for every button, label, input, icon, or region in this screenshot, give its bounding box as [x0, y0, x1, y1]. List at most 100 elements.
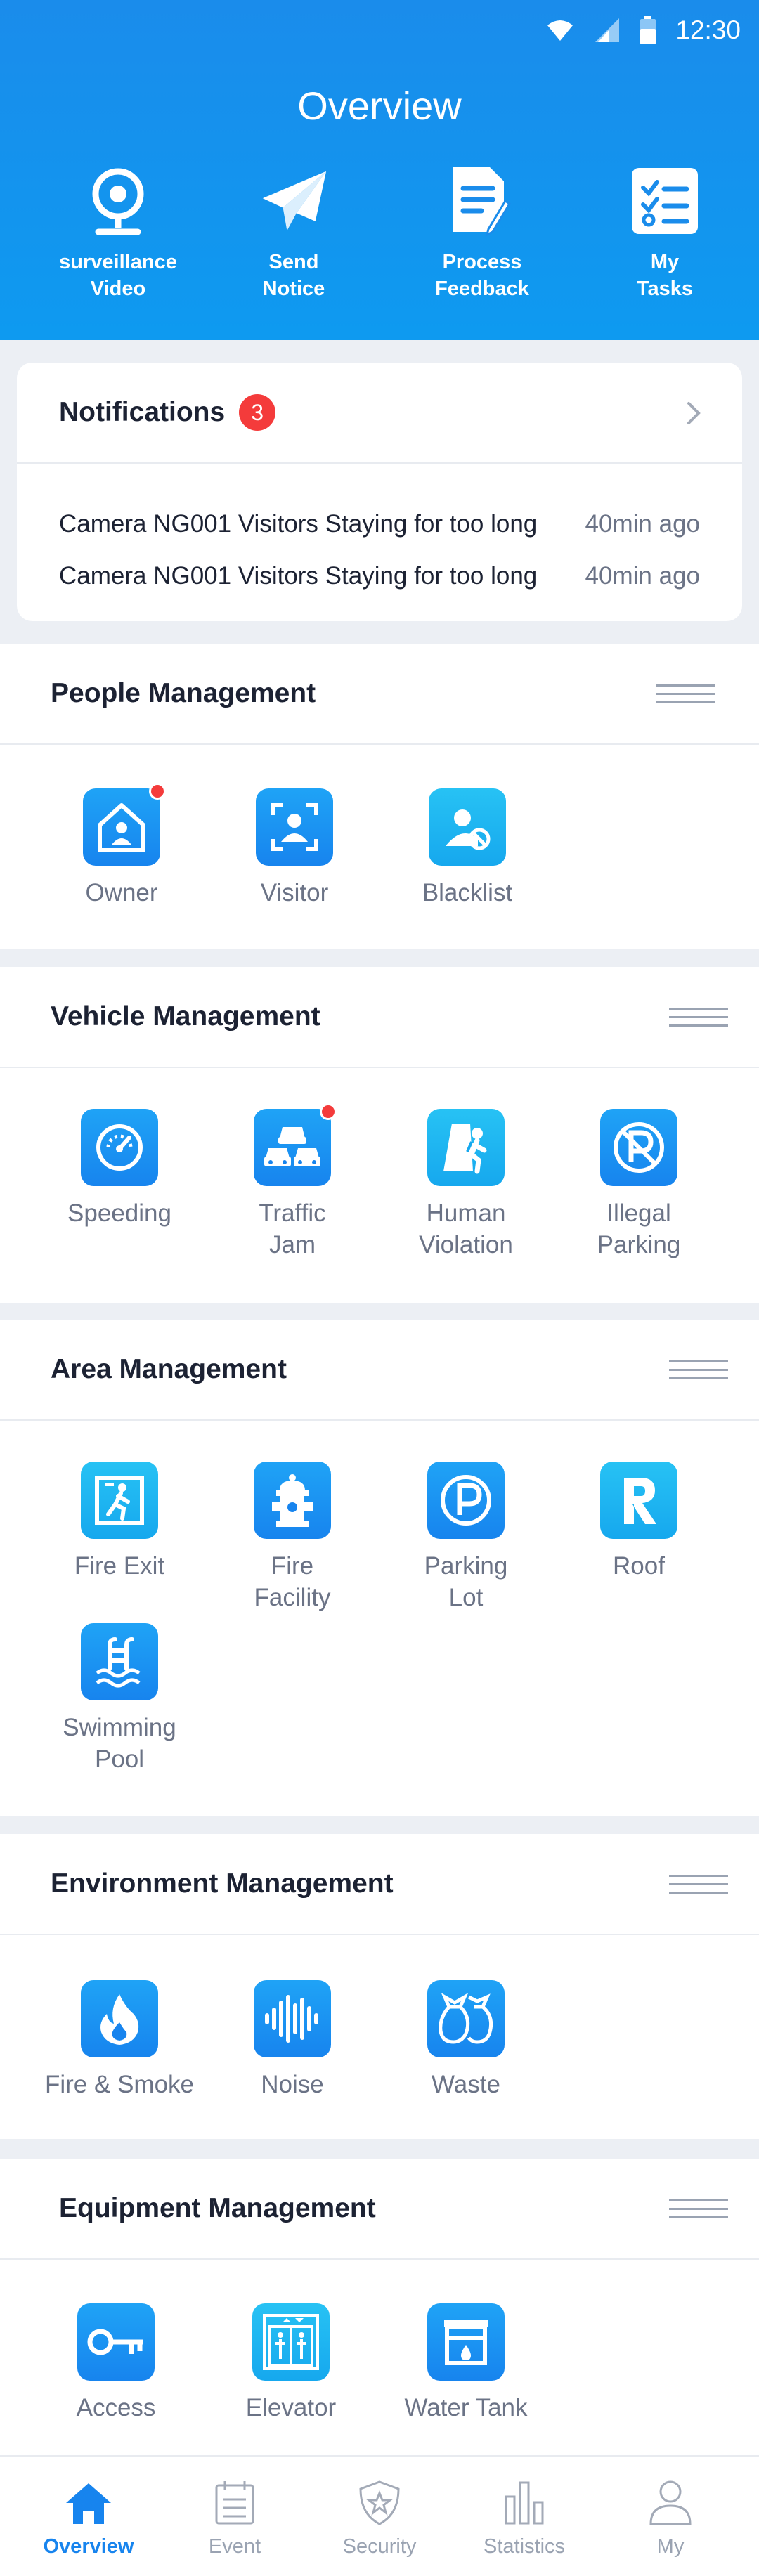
alert-dot — [320, 1103, 337, 1120]
people-item-owner[interactable]: Owner — [41, 783, 202, 909]
item-label: Fire Exit — [74, 1552, 165, 1580]
drag-handle-icon[interactable] — [669, 1360, 728, 1381]
chevron-right-icon[interactable] — [677, 398, 708, 429]
page-title: Overview — [297, 84, 462, 128]
section-title: Equipment Management — [59, 2193, 376, 2223]
garbage-bags-icon — [427, 1980, 505, 2057]
area-item-fire-exit[interactable]: Fire Exit — [39, 1462, 200, 1582]
tab-overview[interactable]: Overview — [13, 2475, 164, 2558]
webcam-icon — [83, 166, 153, 236]
tab-security[interactable]: Security — [304, 2475, 455, 2558]
item-label: Parking Lot — [424, 1552, 508, 1611]
visitor-scan-icon — [256, 788, 333, 866]
water-tank-icon — [427, 2303, 505, 2381]
calendar-icon — [159, 2475, 311, 2531]
notifications-card[interactable]: Notifications 3 Camera NG001 Visitors St… — [17, 363, 742, 621]
fire-hydrant-icon — [254, 1462, 331, 1539]
item-label: Blacklist — [422, 879, 513, 906]
status-time: 12:30 — [675, 15, 741, 44]
fire-exit-icon — [81, 1462, 158, 1539]
status-bar: 12:30 — [546, 13, 741, 48]
notifications-count-badge: 3 — [239, 394, 276, 431]
drag-handle-icon[interactable] — [669, 1008, 728, 1029]
item-label: Visitor — [260, 879, 329, 906]
swimming-pool-icon — [81, 1623, 158, 1700]
alert-dot — [149, 783, 166, 800]
section-title: People Management — [51, 678, 316, 708]
flame-icon — [81, 1980, 158, 2057]
item-label: Speeding — [67, 1199, 171, 1227]
environment-item-noise[interactable]: Noise — [212, 1980, 373, 2100]
vehicle-management-section: Vehicle Management Speeding Traffic Jam … — [0, 967, 759, 1303]
equipment-item-elevator[interactable]: Elevator — [210, 2303, 372, 2424]
quick-actions: surveillance Video Send Notice Process F… — [0, 166, 759, 327]
quick-action-label: surveillance Video — [59, 251, 177, 300]
item-label: Waste — [432, 2071, 500, 2098]
item-label: Fire Facility — [254, 1552, 331, 1611]
environment-item-waste[interactable]: Waste — [385, 1980, 547, 2100]
sound-wave-icon — [254, 1980, 331, 2057]
area-item-parking-lot[interactable]: Parking Lot — [385, 1462, 547, 1613]
quick-action-process-feedback[interactable]: Process Feedback — [405, 166, 559, 302]
equipment-management-section: Equipment Management Access Elevator Wat… — [0, 2159, 759, 2455]
person-icon — [595, 2475, 746, 2531]
tab-label: Event — [208, 2535, 261, 2558]
environment-item-fire-smoke[interactable]: Fire & Smoke — [39, 1980, 200, 2100]
area-item-roof[interactable]: Roof — [558, 1462, 720, 1582]
pedestrian-icon — [427, 1109, 505, 1186]
section-header: Area Management — [0, 1320, 759, 1421]
area-item-fire-facility[interactable]: Fire Facility — [212, 1462, 373, 1613]
area-item-swimming-pool[interactable]: Swimming Pool — [39, 1623, 200, 1775]
drag-handle-icon[interactable] — [656, 684, 715, 705]
roof-r-icon — [600, 1462, 677, 1539]
key-icon — [77, 2303, 155, 2381]
tab-label: My — [656, 2535, 685, 2558]
battery-icon — [640, 16, 656, 44]
item-label: Illegal Parking — [597, 1199, 681, 1258]
notification-time: 40min ago — [585, 562, 700, 590]
tab-my[interactable]: My — [595, 2475, 746, 2558]
quick-action-send-notice[interactable]: Send Notice — [216, 166, 371, 302]
shield-star-icon — [304, 2475, 455, 2531]
people-management-section: People Management Owner Visitor Blacklis… — [0, 644, 759, 949]
traffic-jam-icon — [254, 1103, 337, 1186]
drag-handle-icon[interactable] — [669, 2199, 728, 2220]
quick-action-label: Process Feedback — [435, 251, 529, 300]
people-item-blacklist[interactable]: Blacklist — [387, 788, 548, 909]
item-label: Human Violation — [419, 1199, 513, 1258]
wifi-icon — [547, 20, 573, 41]
item-label: Traffic Jam — [259, 1199, 326, 1258]
item-label: Fire & Smoke — [45, 2071, 194, 2098]
vehicle-item-traffic-jam[interactable]: Traffic Jam — [212, 1103, 373, 1261]
drag-handle-icon[interactable] — [669, 1875, 728, 1896]
vehicle-item-speeding[interactable]: Speeding — [39, 1109, 200, 1229]
item-label: Water Tank — [404, 2394, 528, 2421]
tab-label: Statistics — [483, 2535, 566, 2558]
notifications-header[interactable]: Notifications 3 — [17, 363, 742, 464]
quick-action-my-tasks[interactable]: My Tasks — [588, 166, 742, 302]
tab-event[interactable]: Event — [159, 2475, 311, 2558]
tab-label: Security — [342, 2535, 417, 2558]
section-header: Vehicle Management — [0, 967, 759, 1068]
home-icon — [13, 2475, 164, 2531]
quick-action-surveillance-video[interactable]: surveillance Video — [41, 166, 195, 302]
equipment-item-water-tank[interactable]: Water Tank — [385, 2303, 547, 2424]
people-item-visitor[interactable]: Visitor — [214, 788, 375, 909]
elevator-icon — [252, 2303, 330, 2381]
section-title: Environment Management — [51, 1868, 394, 1899]
speedometer-icon — [81, 1109, 158, 1186]
notification-item[interactable]: Camera NG001 Visitors Staying for too lo… — [59, 555, 700, 597]
item-label: Access — [76, 2394, 156, 2421]
vehicle-item-human-violation[interactable]: Human Violation — [385, 1109, 547, 1261]
user-blocked-icon — [429, 788, 506, 866]
notification-item[interactable]: Camera NG001 Visitors Staying for too lo… — [59, 503, 700, 545]
notification-text: Camera NG001 Visitors Staying for too lo… — [59, 510, 538, 538]
equipment-item-access[interactable]: Access — [35, 2303, 197, 2424]
quick-action-label: Send Notice — [262, 251, 325, 300]
bottom-tab-bar: Overview Event Security Statistics My — [0, 2455, 759, 2576]
tab-statistics[interactable]: Statistics — [448, 2475, 600, 2558]
task-list-icon — [630, 166, 700, 236]
vehicle-item-illegal-parking[interactable]: Illegal Parking — [558, 1109, 720, 1261]
section-header: People Management — [0, 644, 759, 745]
document-edit-icon — [447, 166, 517, 237]
